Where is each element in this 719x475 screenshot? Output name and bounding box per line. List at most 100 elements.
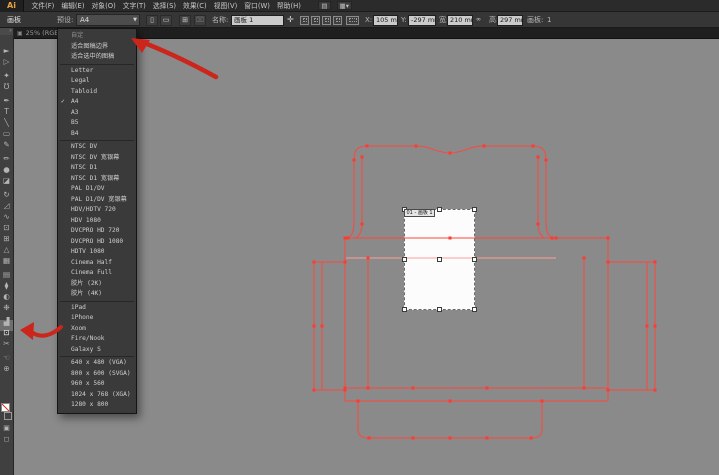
pencil-tool[interactable]: ✏	[0, 146, 13, 157]
hand-tool[interactable]: ☜	[0, 345, 13, 356]
preset-menu-item[interactable]: Letter	[58, 66, 136, 77]
artboard-handle-w[interactable]	[402, 257, 407, 262]
drawing-mode-button[interactable]: ▣	[0, 423, 13, 434]
fill-stroke-swatches[interactable]	[0, 401, 13, 423]
menu-item[interactable]: 对象(O)	[88, 0, 119, 12]
preset-menu-item[interactable]: 1024 x 768 (XGA)	[58, 390, 136, 401]
preset-menu-item[interactable]: Galaxy S	[58, 345, 136, 356]
menu-item[interactable]: 视图(V)	[210, 0, 241, 12]
bridge-icon[interactable]: ▤	[318, 1, 330, 10]
direct-selection-tool[interactable]: ▷	[0, 49, 13, 60]
menu-item[interactable]: 帮助(H)	[273, 0, 304, 12]
rearrange-artboards-button[interactable]	[346, 16, 359, 25]
preset-menu-item[interactable]: 适合图稿边界	[58, 42, 136, 53]
menu-item[interactable]: 效果(C)	[180, 0, 211, 12]
width-tool[interactable]: ∿	[0, 204, 13, 215]
artboard-handle-n[interactable]	[437, 207, 442, 212]
screen-mode-button[interactable]: ◻	[0, 434, 13, 445]
rotate-tool[interactable]: ↻	[0, 182, 13, 193]
preset-menu-item[interactable]: PAL D1/DV	[58, 184, 136, 195]
preset-menu-item[interactable]: iPhone	[58, 313, 136, 324]
stroke-swatch[interactable]	[4, 412, 12, 420]
eraser-tool[interactable]: ◪	[0, 168, 13, 179]
free-transform-tool[interactable]: ⊡	[0, 215, 13, 226]
preset-menu-item[interactable]: 1280 x 800	[58, 400, 136, 411]
preset-menu-item[interactable]: NTSC D1	[58, 163, 136, 174]
menu-item[interactable]: 窗口(W)	[241, 0, 274, 12]
artboard-handle-sw[interactable]	[402, 307, 407, 312]
panel-collapse-icon[interactable]: »	[0, 28, 13, 35]
artboard-name-input[interactable]: 画板 1	[231, 15, 284, 26]
preset-menu-item[interactable]: NTSC D1 宽银幕	[58, 174, 136, 185]
preset-menu-item[interactable]: 800 x 600 (SVGA)	[58, 369, 136, 380]
shape-builder-tool[interactable]: ⊞	[0, 226, 13, 237]
artboard-handle-se[interactable]	[472, 307, 477, 312]
magic-wand-tool[interactable]: ✦	[0, 63, 13, 74]
artboard-tool[interactable]: ⊡	[0, 320, 13, 331]
blend-tool[interactable]: ◐	[0, 284, 13, 295]
preset-menu-item[interactable]: B5	[58, 118, 136, 129]
preset-dropdown[interactable]: A4 ▼	[76, 14, 140, 26]
zoom-tool[interactable]: ⊕	[0, 356, 13, 367]
preset-menu-item[interactable]: HDV/HDTV 720	[58, 205, 136, 216]
artboard-preset-button-3[interactable]	[322, 16, 331, 25]
lasso-tool[interactable]: ℧	[0, 74, 13, 85]
preset-menu-item[interactable]: Xoom	[58, 324, 136, 335]
blob-brush-tool[interactable]: ●	[0, 157, 13, 168]
slice-tool[interactable]: ✂	[0, 331, 13, 342]
preset-menu-item[interactable]: NTSC DV	[58, 142, 136, 153]
type-tool[interactable]: T	[0, 99, 13, 110]
y-input[interactable]: -297 mm	[408, 15, 436, 26]
rectangle-tool[interactable]: ▭	[0, 121, 13, 132]
landscape-orientation-button[interactable]: ▭	[160, 15, 172, 26]
portrait-orientation-button[interactable]: ▯	[146, 15, 158, 26]
preset-menu-item[interactable]: Tabloid	[58, 87, 136, 98]
symbol-sprayer-tool[interactable]: ❉	[0, 295, 13, 306]
preset-menu-item[interactable]: HDTV 1080	[58, 247, 136, 258]
preset-menu-item[interactable]: A3	[58, 108, 136, 119]
selection-tool[interactable]: ►	[0, 38, 13, 49]
preset-menu-item[interactable]: 胶片 (4K)	[58, 289, 136, 300]
preset-menu-item[interactable]: Legal	[58, 76, 136, 87]
preset-menu-item[interactable]: 960 x 560	[58, 379, 136, 390]
menu-item[interactable]: 选择(S)	[149, 0, 179, 12]
perspective-grid-tool[interactable]: △	[0, 237, 13, 248]
preset-menu-item[interactable]: B4	[58, 129, 136, 140]
paintbrush-tool[interactable]: ✎	[0, 132, 13, 143]
eyedropper-tool[interactable]: ⧫	[0, 273, 13, 284]
height-input[interactable]: 297 mm	[497, 15, 523, 26]
preset-menu-item[interactable]: A4	[58, 97, 136, 108]
preset-menu-item[interactable]: HDV 1080	[58, 216, 136, 227]
preset-menu-item[interactable]: Cinema Half	[58, 258, 136, 269]
width-input[interactable]: 210 mm	[447, 15, 473, 26]
artboard-handle-center[interactable]	[437, 257, 442, 262]
preset-menu-item[interactable]: PAL D1/DV 宽银幕	[58, 195, 136, 206]
preset-menu-item[interactable]: iPad	[58, 303, 136, 314]
artboard-preset-button-4[interactable]	[333, 16, 342, 25]
x-input[interactable]: 105 mm	[373, 15, 398, 26]
preset-menu-item[interactable]: NTSC DV 宽银幕	[58, 153, 136, 164]
link-dimensions-icon[interactable]: ∞	[476, 12, 481, 28]
artboard-handle-e[interactable]	[472, 257, 477, 262]
menu-item[interactable]: 编辑(E)	[58, 0, 88, 12]
artboard-preset-button-1[interactable]	[300, 16, 309, 25]
move-reference-point-icon[interactable]: ✛	[287, 12, 294, 28]
workspace-switcher-icon[interactable]: ▦▾	[337, 1, 352, 10]
gradient-tool[interactable]: ▤	[0, 262, 13, 273]
preset-menu-item[interactable]: Cinema Full	[58, 268, 136, 279]
menu-item[interactable]: 文字(T)	[119, 0, 149, 12]
preset-menu-item[interactable]: DVCPRO HD 720	[58, 226, 136, 237]
preset-menu-item[interactable]: Fire/Nook	[58, 334, 136, 345]
artboard-preset-button-2[interactable]	[311, 16, 320, 25]
menu-item[interactable]: 文件(F)	[28, 0, 58, 12]
mesh-tool[interactable]: ▦	[0, 248, 13, 259]
line-tool[interactable]: ╲	[0, 110, 13, 121]
column-graph-tool[interactable]: ▟	[0, 309, 13, 320]
preset-menu-item[interactable]: 自定	[58, 31, 136, 42]
fill-none-swatch[interactable]	[1, 403, 10, 412]
new-artboard-button[interactable]: ⊞	[179, 15, 191, 26]
artboard-handle-ne[interactable]	[472, 207, 477, 212]
scale-tool[interactable]: ◿	[0, 193, 13, 204]
pen-tool[interactable]: ✒	[0, 88, 13, 99]
preset-menu-item[interactable]: 640 x 480 (VGA)	[58, 358, 136, 369]
